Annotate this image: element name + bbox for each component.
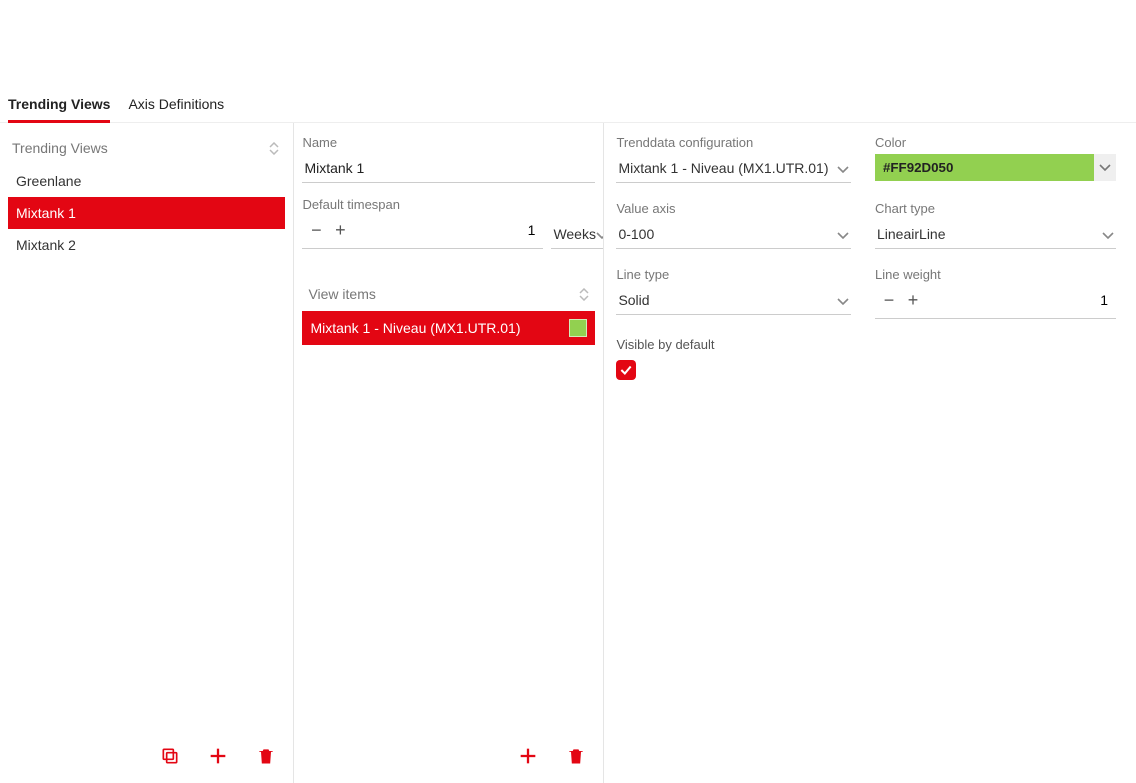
valueaxis-select[interactable]: 0-100 xyxy=(616,220,851,249)
minus-icon[interactable]: − xyxy=(877,288,901,312)
linetype-field: Line type Solid xyxy=(616,267,851,319)
linetype-label: Line type xyxy=(616,267,851,282)
sidebar-item-mixtank1[interactable]: Mixtank 1 xyxy=(8,197,285,229)
sidebar-header: Trending Views xyxy=(8,135,285,165)
linetype-value: Solid xyxy=(618,292,649,308)
sort-toggle-icon[interactable] xyxy=(577,285,591,303)
sidebar-item-greenlane[interactable]: Greenlane xyxy=(8,165,285,197)
viewitems-list: Mixtank 1 - Niveau (MX1.UTR.01) xyxy=(302,311,595,345)
lineweight-input[interactable] xyxy=(925,291,1114,309)
minus-icon[interactable]: − xyxy=(304,218,328,242)
charttype-select[interactable]: LineairLine xyxy=(875,220,1116,249)
sidebar-footer xyxy=(0,733,293,783)
tab-axis-definitions[interactable]: Axis Definitions xyxy=(128,90,224,122)
trenddata-value: Mixtank 1 - Niveau (MX1.UTR.01) xyxy=(618,160,828,176)
viewitems-title: View items xyxy=(308,286,375,302)
color-chip xyxy=(569,319,587,337)
lineweight-stepper: − + xyxy=(875,286,1116,319)
color-dropdown-button[interactable] xyxy=(1094,154,1116,181)
plus-icon[interactable] xyxy=(515,743,541,769)
form-panel: Name Default timespan − + Weeks xyxy=(294,123,604,783)
trenddata-field: Trenddata configuration Mixtank 1 - Nive… xyxy=(616,135,851,183)
lineweight-field: Line weight − + xyxy=(875,267,1116,319)
tab-trending-views[interactable]: Trending Views xyxy=(8,90,110,123)
timespan-unit-value: Weeks xyxy=(553,226,596,242)
lineweight-label: Line weight xyxy=(875,267,1116,282)
timespan-stepper: − + xyxy=(302,216,543,249)
trenddata-label: Trenddata configuration xyxy=(616,135,851,150)
name-input[interactable] xyxy=(302,154,595,183)
timespan-unit-select[interactable]: Weeks xyxy=(551,220,603,249)
color-input[interactable] xyxy=(875,154,1094,181)
charttype-value: LineairLine xyxy=(877,226,946,242)
name-label: Name xyxy=(302,135,595,150)
chevron-down-icon xyxy=(837,292,849,308)
plus-icon[interactable] xyxy=(205,743,231,769)
viewitems-header: View items xyxy=(302,281,595,311)
plus-icon[interactable]: + xyxy=(901,288,925,312)
visible-label: Visible by default xyxy=(616,337,851,352)
valueaxis-field: Value axis 0-100 xyxy=(616,201,851,249)
timespan-field: Default timespan − + Weeks xyxy=(302,197,595,249)
viewitems-footer xyxy=(294,733,603,783)
chevron-down-icon xyxy=(837,226,849,242)
trenddata-select[interactable]: Mixtank 1 - Niveau (MX1.UTR.01) xyxy=(616,154,851,183)
sort-toggle-icon[interactable] xyxy=(267,139,281,157)
details-panel: Trenddata configuration Mixtank 1 - Nive… xyxy=(604,123,1136,783)
valueaxis-label: Value axis xyxy=(616,201,851,216)
visible-field: Visible by default xyxy=(616,337,851,380)
sidebar-panel: Trending Views Greenlane Mixtank 1 Mixta… xyxy=(0,123,294,783)
chevron-down-icon xyxy=(1102,226,1114,242)
sidebar-item-mixtank2[interactable]: Mixtank 2 xyxy=(8,229,285,261)
timespan-value-input[interactable] xyxy=(352,221,541,239)
charttype-field: Chart type LineairLine xyxy=(875,201,1116,249)
tabs-bar: Trending Views Axis Definitions xyxy=(0,90,1136,123)
timespan-label: Default timespan xyxy=(302,197,595,212)
valueaxis-value: 0-100 xyxy=(618,226,654,242)
viewitem-label: Mixtank 1 - Niveau (MX1.UTR.01) xyxy=(310,320,520,336)
plus-icon[interactable]: + xyxy=(328,218,352,242)
chevron-down-icon xyxy=(837,160,849,176)
color-label: Color xyxy=(875,135,1116,150)
viewitem-mixtank1-niveau[interactable]: Mixtank 1 - Niveau (MX1.UTR.01) xyxy=(302,311,595,345)
color-field: Color xyxy=(875,135,1116,183)
trash-icon[interactable] xyxy=(253,743,279,769)
charttype-label: Chart type xyxy=(875,201,1116,216)
copy-icon[interactable] xyxy=(157,743,183,769)
linetype-select[interactable]: Solid xyxy=(616,286,851,315)
visible-checkbox[interactable] xyxy=(616,360,636,380)
name-field: Name xyxy=(302,135,595,183)
chevron-down-icon xyxy=(596,226,603,242)
sidebar-list: Greenlane Mixtank 1 Mixtank 2 xyxy=(8,165,285,261)
trash-icon[interactable] xyxy=(563,743,589,769)
sidebar-title: Trending Views xyxy=(12,140,108,156)
